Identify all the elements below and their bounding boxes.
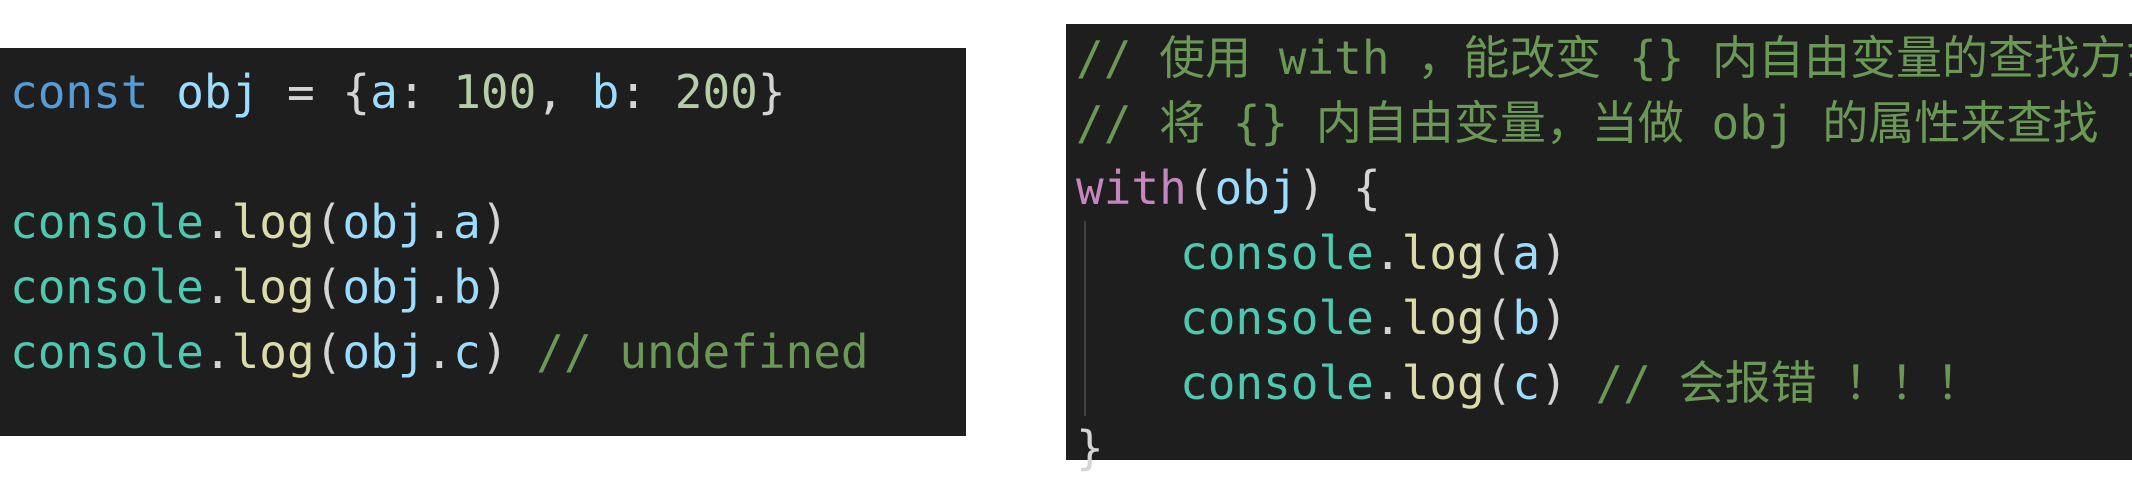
var-obj: obj bbox=[1214, 161, 1298, 215]
var-c: c bbox=[1512, 356, 1541, 410]
code-line-close-brace: } bbox=[1076, 416, 2132, 481]
code-line-log-a: console.log(obj.a) bbox=[10, 195, 509, 249]
console-object: console bbox=[10, 325, 204, 379]
console-object: console bbox=[10, 195, 204, 249]
prop-key-b: b bbox=[591, 65, 620, 119]
number-100: 100 bbox=[453, 65, 537, 119]
console-object: console bbox=[10, 260, 204, 314]
comment-obj-property-lookup: // 将 {} 内自由变量，当做 obj 的属性来查找 bbox=[1076, 96, 2099, 150]
prop-a: a bbox=[453, 195, 481, 249]
indent-guide bbox=[1084, 286, 1086, 351]
code-line-log-b: console.log(b) bbox=[1076, 286, 2132, 351]
log-function: log bbox=[231, 325, 315, 379]
console-object: console bbox=[1180, 356, 1374, 410]
log-function: log bbox=[231, 260, 315, 314]
code-line-log-b: console.log(obj.b) bbox=[10, 260, 509, 314]
close-brace: } bbox=[1076, 421, 1104, 475]
indent-guide bbox=[1084, 221, 1086, 286]
keyword-const: const bbox=[10, 65, 149, 119]
code-line-log-c: console.log(c) // 会报错 ！！！ bbox=[1076, 351, 2132, 416]
open-brace: { bbox=[1352, 161, 1381, 215]
number-200: 200 bbox=[674, 65, 758, 119]
prop-key-a: a bbox=[370, 65, 398, 119]
code-line-comment-2: // 将 {} 内自由变量，当做 obj 的属性来查找 bbox=[1076, 91, 2132, 156]
console-object: console bbox=[1180, 291, 1374, 345]
code-line-with: with(obj) { bbox=[1076, 161, 1381, 215]
close-brace: } bbox=[757, 65, 786, 119]
equals-sign: = bbox=[286, 65, 315, 119]
prop-b: b bbox=[453, 260, 481, 314]
log-function: log bbox=[1401, 226, 1485, 280]
var-obj: obj bbox=[342, 325, 426, 379]
code-snippet-with-statement: // 使用 with ，能改变 {} 内自由变量的查找方式 // 将 {} 内自… bbox=[1066, 24, 2132, 475]
open-brace: { bbox=[342, 65, 371, 119]
indent bbox=[1076, 221, 1180, 286]
var-obj: obj bbox=[342, 260, 426, 314]
code-line-log-a: console.log(a) bbox=[1076, 221, 2132, 286]
var-b: b bbox=[1512, 291, 1541, 345]
code-snippet-obj-access: const obj = {a: 100, b: 200} console.log… bbox=[0, 48, 966, 436]
comment-with-explanation: // 使用 with ，能改变 {} 内自由变量的查找方式 bbox=[1076, 31, 2132, 85]
log-function: log bbox=[1401, 356, 1485, 410]
var-a: a bbox=[1512, 226, 1541, 280]
code-line-log-c: console.log(obj.c) // undefined bbox=[10, 325, 869, 379]
prop-c: c bbox=[453, 325, 481, 379]
comment-undefined: // undefined bbox=[536, 325, 869, 379]
comment-will-error: // 会报错 ！！！ bbox=[1595, 356, 1983, 410]
keyword-with: with bbox=[1076, 161, 1187, 215]
var-obj: obj bbox=[176, 65, 260, 119]
log-function: log bbox=[1401, 291, 1485, 345]
log-function: log bbox=[231, 195, 315, 249]
console-object: console bbox=[1180, 226, 1374, 280]
indent-guide bbox=[1084, 351, 1086, 416]
indent bbox=[1076, 286, 1180, 351]
indent bbox=[1076, 351, 1180, 416]
code-line-comment-1: // 使用 with ，能改变 {} 内自由变量的查找方式 bbox=[1076, 26, 2132, 91]
var-obj: obj bbox=[342, 195, 426, 249]
code-line-const-obj: const obj = {a: 100, b: 200} bbox=[10, 65, 786, 119]
